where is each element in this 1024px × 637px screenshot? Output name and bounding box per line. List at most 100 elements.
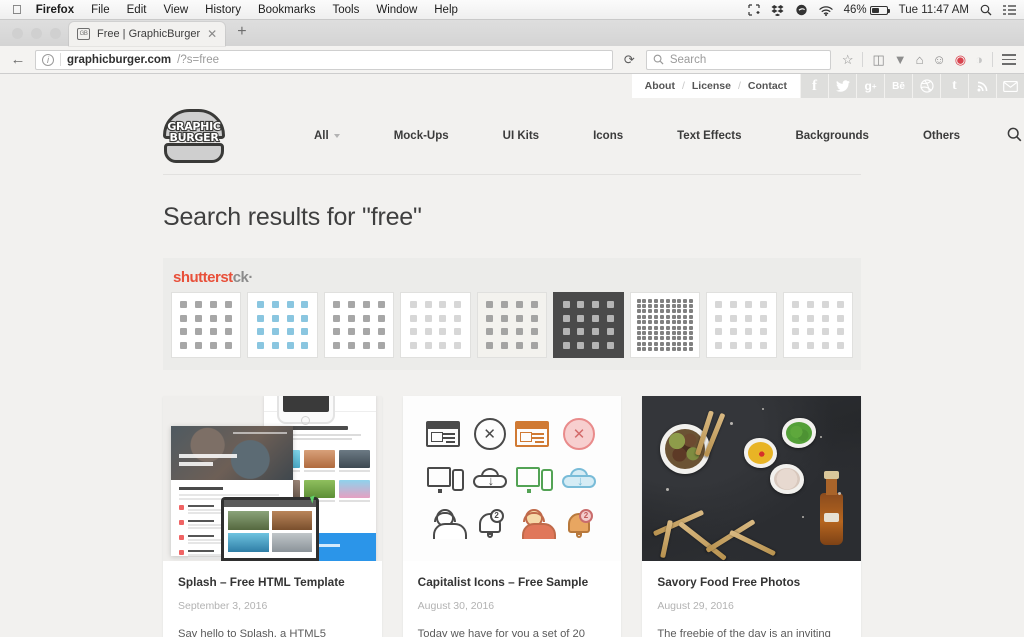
nav-link-contact[interactable]: Contact bbox=[748, 80, 787, 92]
tab-title: Free | GraphicBurger bbox=[97, 28, 201, 40]
divider bbox=[60, 53, 61, 66]
nav-link-about[interactable]: About bbox=[645, 80, 675, 92]
card-title[interactable]: Savory Food Free Photos bbox=[657, 575, 846, 589]
salt-bowl bbox=[770, 464, 805, 494]
google-plus-icon[interactable]: g + bbox=[857, 74, 884, 98]
dribbble-icon[interactable] bbox=[913, 74, 940, 98]
ad-thumbnail[interactable] bbox=[629, 292, 701, 358]
card-date: August 29, 2016 bbox=[657, 600, 734, 612]
nav-item-all[interactable]: All bbox=[287, 130, 367, 142]
responsive-devices-line-icon bbox=[426, 459, 464, 497]
wifi-icon[interactable] bbox=[818, 5, 833, 16]
card-title[interactable]: Splash – Free HTML Template bbox=[178, 575, 367, 589]
search-input[interactable]: Search bbox=[645, 49, 831, 70]
menu-item-help[interactable]: Help bbox=[434, 4, 458, 16]
screenshot-icon[interactable] bbox=[748, 4, 760, 16]
menu-item-window[interactable]: Window bbox=[376, 4, 417, 16]
card-thumbnail-splash-template-mockup[interactable] bbox=[163, 396, 382, 561]
facebook-icon[interactable]: f bbox=[801, 74, 828, 98]
result-card[interactable]: Savory Food Free Photos August 29, 2016 … bbox=[642, 396, 862, 637]
site-info-icon[interactable]: i bbox=[42, 53, 54, 66]
twitter-icon[interactable] bbox=[829, 74, 856, 98]
ad-thumbnail[interactable] bbox=[171, 292, 242, 358]
shutterstock-ad[interactable]: shutterstck· bbox=[163, 258, 861, 370]
browser-toolbar: ← i graphicburger.com /?s=free ⟳ Search ☆… bbox=[0, 46, 1024, 74]
hamburger-menu-icon[interactable] bbox=[1002, 54, 1016, 65]
ad-thumbnail[interactable] bbox=[553, 292, 624, 358]
back-button[interactable]: ← bbox=[8, 51, 28, 68]
battery-percent-label: 46% bbox=[843, 4, 867, 16]
icon-set-preview: ✕ ✕ ↓ ↓ 2 2 bbox=[402, 396, 622, 561]
card-title[interactable]: Capitalist Icons – Free Sample bbox=[418, 575, 607, 589]
os-status-area: 46% Tue 11:47 AM bbox=[748, 0, 1016, 20]
nav-item-icons[interactable]: Icons bbox=[566, 130, 650, 142]
ad-thumbnail[interactable] bbox=[476, 292, 548, 358]
nav-item-mock-ups[interactable]: Mock-Ups bbox=[367, 130, 476, 142]
battery-status[interactable]: 46% bbox=[843, 4, 890, 16]
divider bbox=[992, 52, 993, 67]
new-tab-button[interactable]: + bbox=[225, 23, 256, 43]
bookmark-star-icon[interactable]: ☆ bbox=[842, 52, 854, 68]
search-icon[interactable] bbox=[1007, 127, 1022, 145]
maximize-window-button[interactable] bbox=[50, 27, 61, 39]
dropbox-icon[interactable] bbox=[771, 4, 784, 16]
nav-item-backgrounds[interactable]: Backgrounds bbox=[768, 130, 896, 142]
nav-label: All bbox=[314, 130, 329, 142]
close-window-button[interactable] bbox=[12, 27, 23, 39]
sync-icon[interactable]: ☺ bbox=[933, 52, 946, 67]
card-body: Capitalist Icons – Free Sample August 30… bbox=[403, 561, 622, 637]
adblock-icon[interactable]: ◑ bbox=[975, 52, 983, 67]
search-icon[interactable] bbox=[980, 4, 992, 16]
creative-cloud-icon[interactable] bbox=[795, 4, 808, 16]
menu-item-bookmarks[interactable]: Bookmarks bbox=[258, 4, 316, 16]
behance-icon[interactable]: Bē bbox=[885, 74, 912, 98]
menu-item-firefox[interactable]: Firefox bbox=[36, 4, 74, 16]
result-card[interactable]: ✕ ✕ ↓ ↓ 2 2 Capitalist Icons – Free Samp… bbox=[402, 396, 622, 637]
ad-thumbnail[interactable] bbox=[323, 292, 395, 358]
clock-label[interactable]: Tue 11:47 AM bbox=[899, 4, 969, 16]
shutterstock-logo: shutterstck· bbox=[173, 269, 861, 286]
tumblr-icon[interactable]: t bbox=[941, 74, 968, 98]
nav-item-ui-kits[interactable]: UI Kits bbox=[476, 130, 566, 142]
menu-item-file[interactable]: File bbox=[91, 4, 110, 16]
tab-strip: GB Free | GraphicBurger ✕ + bbox=[0, 20, 1024, 46]
ad-thumbnail[interactable] bbox=[782, 292, 853, 358]
nav-item-text-effects[interactable]: Text Effects bbox=[650, 130, 768, 142]
menu-item-view[interactable]: View bbox=[163, 4, 188, 16]
chevron-down-icon bbox=[333, 134, 340, 138]
rss-icon[interactable] bbox=[969, 74, 996, 98]
ad-thumbnail[interactable] bbox=[247, 292, 318, 358]
separator: / bbox=[681, 80, 685, 92]
close-icon[interactable]: ✕ bbox=[207, 27, 217, 41]
reader-icon[interactable]: ◫ bbox=[872, 52, 884, 68]
card-excerpt: Say hello to Splash, a HTML5 bootstrap t… bbox=[178, 628, 326, 637]
support-agent-line-icon bbox=[426, 504, 467, 542]
browser-tab[interactable]: GB Free | GraphicBurger ✕ bbox=[69, 22, 226, 46]
responsive-devices-color-icon bbox=[515, 459, 554, 497]
menu-item-tools[interactable]: Tools bbox=[332, 4, 359, 16]
card-thumbnail-savory-food-photo[interactable] bbox=[642, 396, 862, 561]
email-icon[interactable] bbox=[997, 74, 1024, 98]
ad-thumbnail[interactable] bbox=[706, 292, 777, 358]
pinterest-icon[interactable]: ◉ bbox=[955, 52, 966, 68]
menu-item-edit[interactable]: Edit bbox=[127, 4, 147, 16]
reload-button[interactable]: ⟳ bbox=[620, 52, 639, 68]
menu-item-history[interactable]: History bbox=[205, 4, 241, 16]
card-date: August 30, 2016 bbox=[417, 600, 495, 612]
site-logo[interactable]: GRAPHIC BURGER bbox=[163, 109, 225, 163]
address-bar[interactable]: i graphicburger.com /?s=free bbox=[35, 49, 613, 70]
card-thumbnail-capitalist-icons-grid[interactable]: ✕ ✕ ↓ ↓ 2 2 bbox=[402, 396, 622, 561]
notification-center-icon[interactable] bbox=[1003, 5, 1016, 15]
nav-link-license[interactable]: License bbox=[692, 80, 731, 92]
home-icon[interactable]: ⌂ bbox=[916, 52, 924, 67]
minimize-window-button[interactable] bbox=[31, 27, 42, 39]
result-card[interactable]: Splash – Free HTML Template September 3,… bbox=[163, 396, 382, 637]
apple-icon[interactable]:  bbox=[12, 3, 22, 16]
nav-item-others[interactable]: Others bbox=[896, 130, 987, 142]
pocket-icon[interactable]: ▼ bbox=[894, 52, 907, 67]
window-controls[interactable] bbox=[8, 20, 69, 46]
ad-thumbnail[interactable] bbox=[400, 292, 471, 358]
shutterstock-logo-tm: · bbox=[248, 269, 253, 286]
social-links: f g + Bē t bbox=[800, 74, 1024, 98]
web-page: About / License / Contact f g + Bē t GRA… bbox=[0, 74, 1024, 637]
